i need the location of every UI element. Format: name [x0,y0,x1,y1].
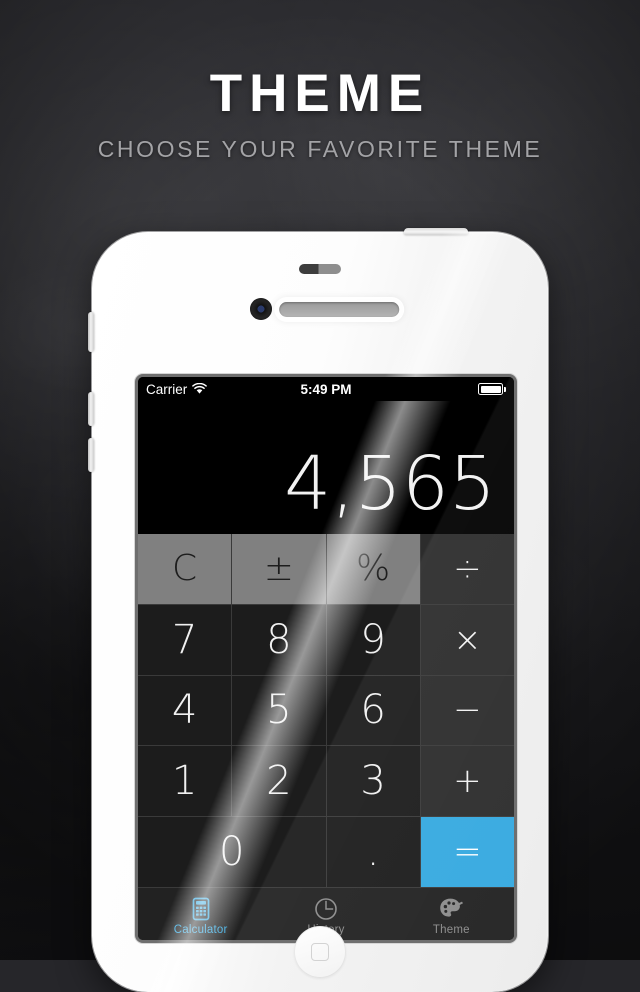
mute-switch[interactable] [88,312,94,352]
phone-device: Carrier 5:49 PM 4,565 C ±% ÷ 7 8 9 × 4 5 6 − 1 2 3 +0.… [88,228,548,992]
key-5[interactable]: 5 [232,675,326,746]
page-title: THEME [209,64,431,123]
status-bar: Carrier 5:49 PM [138,377,514,401]
key-2-label: 2 [266,758,292,805]
key-divide[interactable]: ÷ [420,534,514,604]
phone-screen: Carrier 5:49 PM 4,565 C ±% ÷ 7 8 9 × 4 5 6 − 1 2 3 +0.… [138,377,514,940]
power-button[interactable] [404,228,468,235]
volume-up-button[interactable] [88,392,94,426]
key-equals[interactable]: = [420,817,514,887]
key-plus-minus[interactable]: ± [232,534,326,604]
key-percent-label: % [356,548,391,590]
key-0[interactable]: 0 [138,817,326,887]
key-multiply-label: × [453,619,482,660]
carrier-area: Carrier [146,381,208,397]
wifi-icon [192,383,208,394]
key-7-label: 7 [171,616,198,663]
key-equals-label: = [453,832,482,873]
key-minus[interactable]: − [420,675,514,746]
key-6[interactable]: 6 [326,675,420,746]
calculator-icon [192,897,210,920]
key-plus-label: + [453,761,482,802]
key-multiply[interactable]: × [420,604,514,675]
earpiece-speaker [279,302,400,317]
calculator-display: 4,565 [138,401,514,534]
key-divide-label: ÷ [453,548,482,589]
proximity-sensor-icon [299,264,341,274]
key-7[interactable]: 7 [138,604,232,675]
key-1[interactable]: 1 [138,746,232,817]
key-minus-label: − [453,690,482,731]
page-subtitle: CHOOSE YOUR FAVORITE THEME [97,135,543,162]
carrier-label: Carrier [146,381,188,397]
key-6-label: 6 [360,687,386,734]
key-0-label: 0 [219,829,245,876]
palette-icon [440,898,464,917]
key-plus-minus-label: ± [263,548,294,590]
tab-theme[interactable]: Theme [389,888,514,940]
calculator-keypad: C ±% ÷ 7 8 9 × 4 5 6 − 1 2 3 +0. = [138,534,514,887]
key-2[interactable]: 2 [232,746,326,817]
key-5-label: 5 [266,687,292,734]
tab-calculator-label: Calculator [173,923,228,936]
volume-down-button[interactable] [88,438,94,472]
key-decimal-label: . [366,829,380,876]
key-3[interactable]: 3 [326,746,420,817]
key-9[interactable]: 9 [326,604,420,675]
key-percent[interactable]: % [326,534,420,604]
home-button[interactable] [294,926,346,978]
key-plus[interactable]: + [420,746,514,817]
header: THEME CHOOSE YOUR FAVORITE THEME [0,0,640,163]
battery-full-icon [478,383,506,395]
key-3-label: 3 [360,758,386,805]
key-8-label: 8 [266,616,292,663]
clock-icon [315,897,337,920]
key-clear[interactable]: C [138,534,232,604]
tab-theme-label: Theme [432,923,470,936]
tab-calculator[interactable]: Calculator [138,888,263,940]
front-camera-icon [250,298,272,320]
key-decimal[interactable]: . [326,817,420,887]
key-clear-label: C [172,548,198,590]
key-8[interactable]: 8 [232,604,326,675]
key-4-label: 4 [171,687,198,734]
home-button-square-icon [311,943,329,961]
key-9-label: 9 [360,616,386,663]
display-value: 4,565 [284,440,496,527]
key-1-label: 1 [171,758,198,805]
key-4[interactable]: 4 [138,675,232,746]
